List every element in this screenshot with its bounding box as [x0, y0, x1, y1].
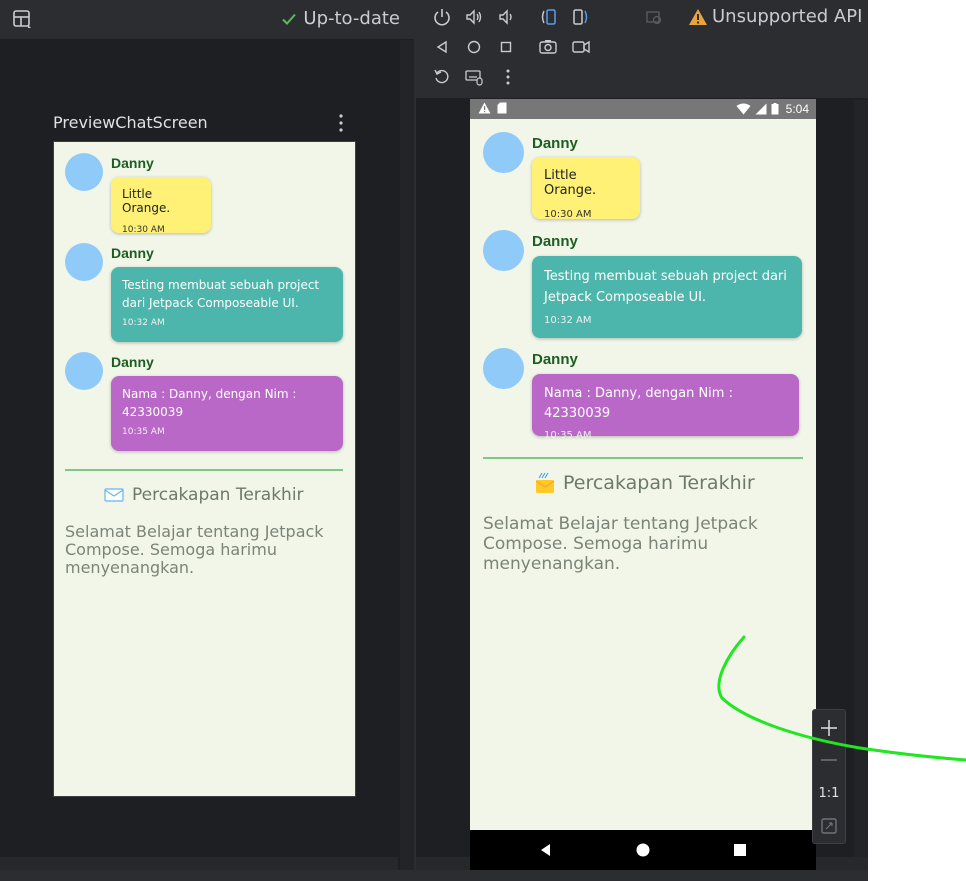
sender-name: Danny: [111, 245, 154, 261]
message-time: 10:35 AM: [544, 430, 592, 441]
section-title: Percakapan Terakhir: [535, 472, 755, 494]
zoom-fit-icon[interactable]: [813, 814, 845, 838]
message-text: Nama : Danny, dengan Nim : 42330039: [544, 386, 733, 421]
status-bar: 5:04: [470, 99, 816, 119]
camera-icon[interactable]: [538, 37, 558, 57]
section-title-label: Percakapan Terakhir: [132, 485, 304, 505]
api-warning[interactable]: Unsupported API: [688, 6, 862, 27]
scrollbar[interactable]: [400, 40, 414, 870]
keyboard-mouse-icon[interactable]: [464, 67, 484, 87]
volume-up-icon[interactable]: [464, 7, 484, 27]
emulator-toolbar: Unsupported API: [416, 0, 870, 99]
signal-icon: [755, 103, 767, 115]
snapshot-icon: [646, 11, 662, 25]
power-icon[interactable]: [432, 7, 452, 27]
alert-icon: [478, 102, 491, 114]
envelope-icon: [104, 488, 124, 502]
message-bubble: Nama : Danny, dengan Nim : 42330039 10:3…: [111, 376, 343, 451]
build-status: Up-to-date: [281, 8, 400, 29]
sender-name: Danny: [111, 155, 154, 171]
layout-icon[interactable]: [12, 9, 32, 29]
avatar: [65, 243, 103, 281]
message-bubble: Little Orange. 10:30 AM: [111, 177, 211, 235]
compose-preview-panel: Up-to-date PreviewChatScreen Danny Littl…: [0, 0, 414, 870]
status-label: Up-to-date: [303, 8, 400, 29]
video-record-icon[interactable]: [571, 37, 591, 57]
message-text: Little Orange.: [544, 168, 597, 198]
status-strip: [0, 870, 868, 881]
avatar: [65, 352, 103, 390]
more-vert-icon[interactable]: [498, 67, 518, 87]
reset-icon[interactable]: [432, 67, 452, 87]
rotate-right-icon[interactable]: [571, 7, 591, 27]
empty-area: [868, 0, 966, 881]
message-bubble[interactable]: Testing membuat sebuah project dari Jetp…: [532, 256, 802, 338]
warning-label: Unsupported API: [712, 6, 863, 27]
message-time: 10:32 AM: [544, 315, 592, 326]
message-text: Testing membuat sebuah project dari Jetp…: [122, 278, 320, 310]
overview-icon[interactable]: [732, 842, 748, 858]
section-title: Percakapan Terakhir: [104, 485, 304, 505]
message-bubble: Testing membuat sebuah project dari Jetp…: [111, 267, 343, 342]
zoom-out-icon[interactable]: [813, 748, 845, 772]
message-text: Little Orange.: [122, 187, 171, 215]
volume-down-icon[interactable]: [496, 7, 516, 27]
wifi-icon: [736, 103, 751, 115]
horizontal-scrollbar[interactable]: [0, 857, 398, 870]
ide-window: Up-to-date PreviewChatScreen Danny Littl…: [0, 0, 966, 881]
avatar: [65, 153, 103, 191]
navigation-bar: [470, 830, 816, 870]
rotate-left-icon[interactable]: [538, 7, 558, 27]
message-bubble[interactable]: Little Orange. 10:30 AM: [532, 157, 640, 220]
zoom-in-icon[interactable]: [813, 716, 845, 740]
envelope-icon: [535, 472, 555, 493]
message-time: 10:30 AM: [122, 225, 165, 235]
divider: [483, 457, 803, 459]
home-icon[interactable]: [635, 842, 651, 858]
avatar: [483, 348, 524, 389]
zoom-actual-size[interactable]: 1:1: [813, 786, 845, 801]
sender-name: Danny: [111, 354, 154, 370]
warning-icon: [689, 8, 707, 25]
device-screen[interactable]: 5:04 Danny Little Orange. 10:30 AM Danny…: [470, 99, 816, 870]
overview-icon[interactable]: [496, 37, 516, 57]
avatar: [483, 230, 524, 271]
section-title-label: Percakapan Terakhir: [563, 472, 755, 494]
back-icon[interactable]: [432, 37, 452, 57]
sender-name: Danny: [532, 233, 578, 250]
footer-text: Selamat Belajar tentang Jetpack Compose.…: [483, 514, 758, 574]
more-vert-icon[interactable]: [336, 113, 346, 133]
preview-toolbar: Up-to-date: [0, 0, 414, 40]
message-time: 10:30 AM: [544, 209, 592, 220]
sd-card-icon: [497, 102, 507, 114]
divider: [65, 469, 343, 471]
running-devices-panel: Unsupported API 5:04 Danny Little Orange…: [414, 0, 870, 870]
battery-icon: [771, 103, 779, 115]
message-time: 10:32 AM: [122, 318, 165, 328]
message-bubble[interactable]: Nama : Danny, dengan Nim : 42330039 10:3…: [532, 374, 799, 441]
preview-title: PreviewChatScreen: [53, 113, 208, 132]
sender-name: Danny: [532, 351, 578, 368]
check-icon: [282, 13, 297, 25]
clock: 5:04: [785, 102, 809, 116]
home-icon[interactable]: [464, 37, 484, 57]
message-text: Nama : Danny, dengan Nim : 42330039: [122, 387, 297, 419]
sender-name: Danny: [532, 135, 578, 152]
footer-text: Selamat Belajar tentang Jetpack Compose.…: [65, 522, 324, 577]
message-text: Testing membuat sebuah project dari Jetp…: [544, 269, 787, 305]
avatar: [483, 132, 524, 173]
back-icon[interactable]: [538, 842, 554, 858]
zoom-controls: 1:1: [812, 709, 846, 844]
preview-screen: Danny Little Orange. 10:30 AM Danny Test…: [53, 141, 356, 797]
message-time: 10:35 AM: [122, 427, 165, 437]
